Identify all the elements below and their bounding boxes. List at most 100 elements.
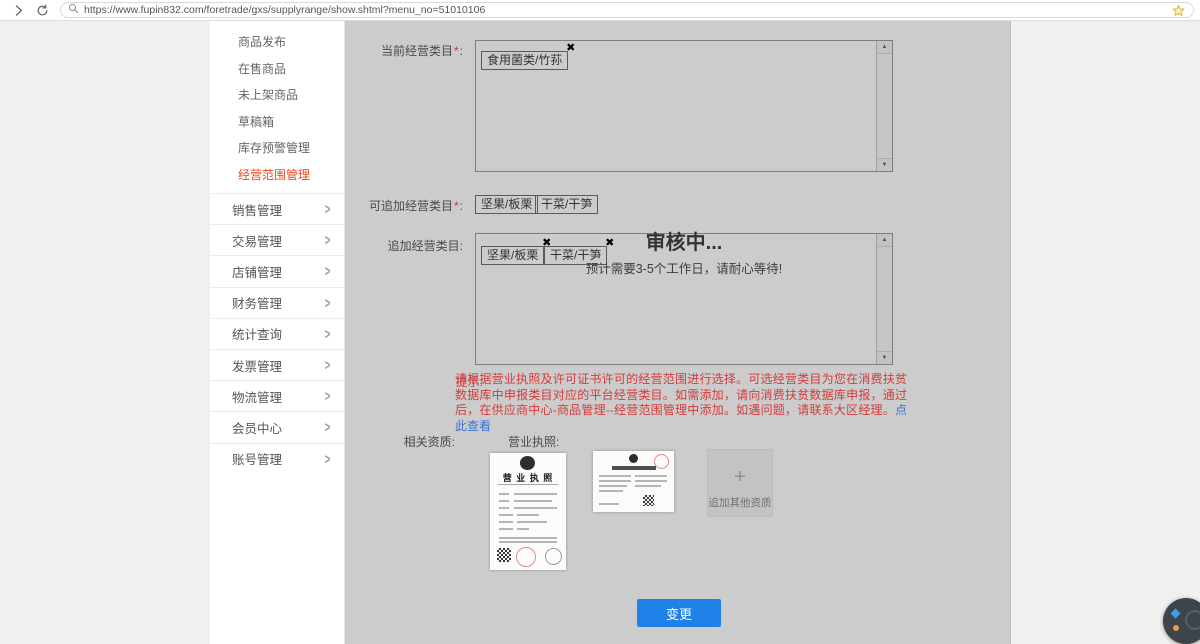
floating-widget[interactable] xyxy=(1163,598,1200,644)
widget-blue-icon xyxy=(1171,609,1181,619)
addable-category-tag[interactable]: 坚果/板栗 xyxy=(475,195,538,214)
license-text-line xyxy=(517,514,539,516)
add-qualification-box[interactable]: + 追加其他资质 xyxy=(707,449,773,517)
permit-title-bar xyxy=(612,466,656,470)
divider xyxy=(498,484,558,485)
scroll-up-icon[interactable]: ▲ xyxy=(877,234,892,247)
sidebar-item-stock-warning[interactable]: 库存预警管理 xyxy=(210,135,344,162)
menu-label: 交易管理 xyxy=(232,231,282,250)
address-bar[interactable]: https://www.fupin832.com/foretrade/gxs/s… xyxy=(60,2,1194,18)
current-category-label: 当前经营类目*: xyxy=(345,42,463,59)
license-text-line xyxy=(599,503,619,505)
chevron-right-icon: > xyxy=(325,263,331,281)
chevron-right-icon: > xyxy=(325,325,331,343)
current-category-box[interactable]: 食用菌类/竹荪 ✖ ▲ ▼ xyxy=(475,40,893,172)
sidebar-menu-sales[interactable]: 销售管理> xyxy=(210,193,344,224)
menu-label: 会员中心 xyxy=(232,418,282,437)
sidebar-menu-logistics[interactable]: 物流管理 > xyxy=(210,380,344,411)
qr-code xyxy=(497,548,511,562)
license-text-line xyxy=(514,500,552,502)
license-text-line xyxy=(499,500,509,502)
license-text-line xyxy=(599,475,631,477)
license-text-line xyxy=(599,480,631,482)
hint-text: 请根据营业执照及许可证书许可的经营范围进行选择。可选经营类目为您在消费扶贫数据库… xyxy=(455,372,907,434)
menu-label: 财务管理 xyxy=(232,293,282,312)
menu-label: 销售管理 xyxy=(232,200,282,219)
sidebar-item-on-sale[interactable]: 在售商品 xyxy=(210,56,344,83)
gray-seal-icon xyxy=(545,548,562,565)
business-license-image[interactable]: 营 业 执 照 xyxy=(490,453,566,570)
national-emblem-icon xyxy=(520,456,535,470)
license-text-line xyxy=(499,521,513,523)
chevron-right-icon: > xyxy=(325,232,331,250)
sidebar-item-not-listed[interactable]: 未上架商品 xyxy=(210,82,344,109)
required-asterisk: * xyxy=(454,44,459,58)
sidebar-item-drafts[interactable]: 草稿箱 xyxy=(210,109,344,136)
widget-ring-icon xyxy=(1185,610,1200,630)
chevron-right-icon: > xyxy=(325,294,331,312)
license-text-line xyxy=(499,541,557,543)
sidebar-menus: 销售管理> 交易管理> 店铺管理> 财务管理> 统计查询> 发票管理> 物流管理… xyxy=(210,193,344,474)
remove-tag-icon[interactable]: ✖ xyxy=(605,238,614,249)
scroll-up-icon[interactable]: ▲ xyxy=(877,41,892,54)
added-category-box[interactable]: 坚果/板栗 ✖ 干菜/干笋 ✖ ▲ ▼ xyxy=(475,233,893,365)
url-text: https://www.fupin832.com/foretrade/gxs/s… xyxy=(84,4,1170,16)
chevron-right-icon: > xyxy=(325,450,331,468)
scrollbar[interactable]: ▲ ▼ xyxy=(876,234,892,364)
license-text-line xyxy=(599,490,623,492)
license-text-line xyxy=(635,485,661,487)
scroll-down-icon[interactable]: ▼ xyxy=(877,158,892,171)
menu-label: 统计查询 xyxy=(232,324,282,343)
sidebar: 商品发布 在售商品 未上架商品 草稿箱 库存预警管理 经营范围管理 销售管理> … xyxy=(210,21,345,644)
category-tag: 坚果/板栗 ✖ xyxy=(481,246,544,265)
sidebar-menu-shop[interactable]: 店铺管理 > xyxy=(210,255,344,286)
red-stamp-icon xyxy=(654,454,669,469)
license-title: 营 业 执 照 xyxy=(490,471,566,484)
license-text-line xyxy=(517,528,529,530)
menu-label: 物流管理 xyxy=(232,387,282,406)
supply-range-form: 当前经营类目*: 食用菌类/竹荪 ✖ ▲ ▼ 可追加经营类目*: 坚果/板栗 干… xyxy=(345,21,1011,644)
addable-category-tag[interactable]: 干菜/干笋 xyxy=(535,195,598,214)
remove-tag-icon[interactable]: ✖ xyxy=(566,43,575,54)
sidebar-menu-account[interactable]: 账号管理 > xyxy=(210,443,344,474)
change-button[interactable]: 变更 xyxy=(637,599,721,627)
sidebar-menu-statistics[interactable]: 统计查询 > xyxy=(210,318,344,349)
sidebar-menu-invoice[interactable]: 发票管理 > xyxy=(210,349,344,380)
business-license-label: 营业执照: xyxy=(508,433,559,450)
scrollbar[interactable]: ▲ ▼ xyxy=(876,41,892,171)
license-text-line xyxy=(517,521,547,523)
sidebar-menu-finance[interactable]: 财务管理 > xyxy=(210,287,344,318)
license-text-line xyxy=(599,485,627,487)
category-tag: 干菜/干笋 ✖ xyxy=(544,246,607,265)
sidebar-menu-trade[interactable]: 交易管理 > xyxy=(210,224,344,255)
widget-orange-icon xyxy=(1173,625,1179,631)
sidebar-submenu: 商品发布 在售商品 未上架商品 草稿箱 库存预警管理 经营范围管理 xyxy=(210,21,344,193)
red-stamp-icon xyxy=(516,547,536,567)
license-text-line xyxy=(635,480,667,482)
addable-category-label: 可追加经营类目*: xyxy=(345,197,463,214)
qualifications-label: 相关资质: xyxy=(345,433,455,450)
browser-toolbar: https://www.fupin832.com/foretrade/gxs/s… xyxy=(0,0,1200,21)
menu-label: 账号管理 xyxy=(232,449,282,468)
chevron-right-icon: > xyxy=(325,356,331,374)
national-emblem-icon xyxy=(629,454,638,463)
reload-icon[interactable] xyxy=(33,1,51,19)
menu-label: 店铺管理 xyxy=(232,262,282,281)
sidebar-menu-member-center[interactable]: 会员中心 > xyxy=(210,411,344,442)
menu-label: 发票管理 xyxy=(232,356,282,375)
category-tag: 食用菌类/竹荪 ✖ xyxy=(481,51,568,70)
chevron-right-icon: > xyxy=(325,387,331,405)
permit-license-image[interactable] xyxy=(593,451,674,512)
license-text-line xyxy=(499,493,509,495)
required-asterisk: * xyxy=(454,199,459,213)
sidebar-item-product-publish[interactable]: 商品发布 xyxy=(210,29,344,56)
bookmark-star-icon[interactable] xyxy=(1170,2,1186,18)
plus-icon: + xyxy=(708,467,772,487)
sidebar-item-business-scope[interactable]: 经营范围管理 xyxy=(210,162,344,189)
chevron-right-icon: > xyxy=(325,419,331,437)
license-text-line xyxy=(635,475,667,477)
forward-icon[interactable] xyxy=(9,1,27,19)
scroll-down-icon[interactable]: ▼ xyxy=(877,351,892,364)
license-text-line xyxy=(499,528,513,530)
qr-code xyxy=(643,495,654,506)
